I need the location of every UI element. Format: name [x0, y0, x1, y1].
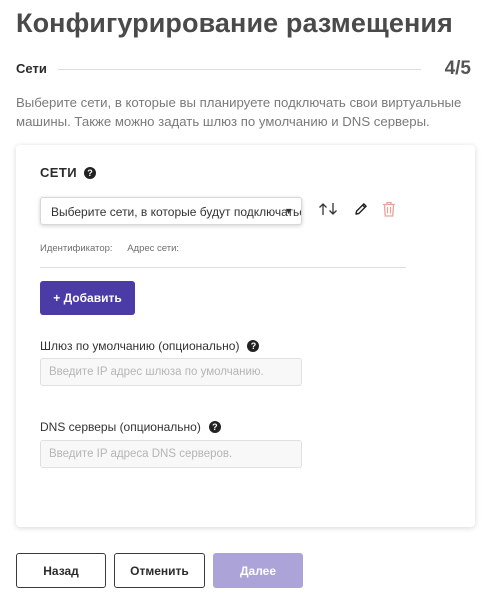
- page-description: Выберите сети, в которые вы планируете п…: [16, 95, 462, 129]
- gateway-label: Шлюз по умолчанию (опционально): [40, 339, 240, 353]
- step-count: 4/5: [444, 58, 471, 79]
- help-icon[interactable]: ?: [247, 340, 260, 352]
- step-divider: [58, 69, 421, 70]
- back-button[interactable]: Назад: [16, 553, 106, 588]
- help-icon[interactable]: ?: [83, 166, 96, 179]
- delete-icon[interactable]: [382, 201, 396, 222]
- step-indicator: Сети 4/5: [16, 58, 471, 80]
- page-title: Конфигурирование размещения: [16, 8, 453, 38]
- identifier-label: Идентификатор:: [40, 243, 113, 254]
- networks-section-title: СЕТИ: [40, 165, 77, 180]
- section-divider: [40, 267, 406, 268]
- dns-label-row: DNS серверы (опционально) ?: [40, 420, 221, 434]
- dns-label: DNS серверы (опционально): [40, 420, 201, 434]
- step-label: Сети: [16, 61, 47, 76]
- gateway-input[interactable]: [40, 358, 302, 386]
- network-row-actions: [318, 201, 396, 222]
- sort-icon[interactable]: [318, 202, 340, 221]
- gateway-label-row: Шлюз по умолчанию (опционально) ?: [40, 339, 260, 353]
- dns-input[interactable]: [40, 440, 302, 468]
- help-icon[interactable]: ?: [208, 421, 221, 433]
- cancel-button[interactable]: Отменить: [114, 553, 205, 588]
- network-meta: Идентификатор: Адрес сети:: [40, 243, 179, 254]
- network-select-value: Выберите сети, в которые будут подключат…: [51, 205, 302, 219]
- add-network-button[interactable]: + Добавить: [40, 281, 135, 315]
- edit-icon[interactable]: [354, 202, 368, 221]
- chevron-down-icon: ▼: [284, 206, 293, 216]
- networks-card: СЕТИ ? Выберите сети, в которые будут по…: [16, 145, 475, 527]
- next-button[interactable]: Далее: [213, 553, 303, 588]
- address-label: Адрес сети:: [127, 243, 180, 254]
- networks-section-header: СЕТИ ?: [40, 165, 96, 180]
- network-select[interactable]: Выберите сети, в которые будут подключат…: [40, 197, 302, 225]
